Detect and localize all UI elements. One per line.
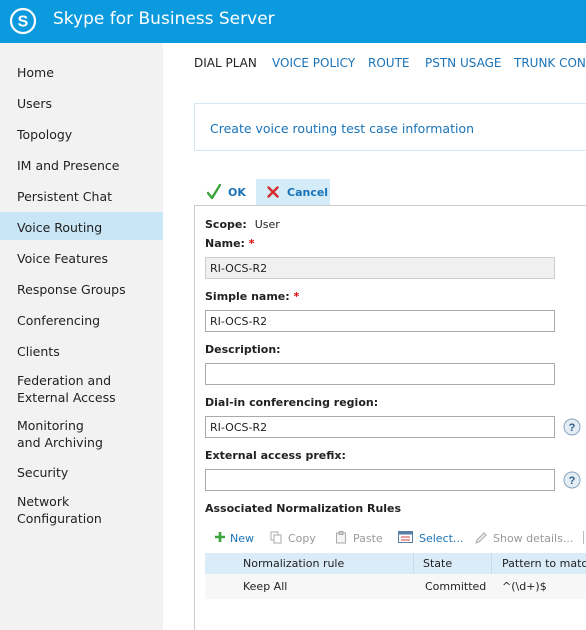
rules-grid-header: Normalization rule State Pattern to matc… <box>205 553 586 574</box>
check-icon <box>207 184 221 200</box>
simple-name-label: Simple name: * <box>205 290 300 303</box>
column-header-pattern[interactable]: Pattern to match <box>502 557 586 570</box>
sidebar-item-conferencing[interactable]: Conferencing <box>0 312 163 329</box>
tab-pstn-usage[interactable]: PSTN USAGE <box>425 56 501 70</box>
close-icon <box>267 186 279 198</box>
sidebar-item-persistent-chat[interactable]: Persistent Chat <box>0 188 163 205</box>
sidebar-item-home[interactable]: Home <box>0 64 163 81</box>
toolbar-divider <box>583 531 584 544</box>
app-header: S Skype for Business Server <box>0 0 586 43</box>
sidebar-item-voice-routing[interactable]: Voice Routing <box>0 212 163 240</box>
description-field[interactable] <box>205 363 555 385</box>
required-mark: * <box>248 237 255 250</box>
svg-text:?: ? <box>569 422 576 434</box>
list-select-icon <box>398 531 413 543</box>
app-title: Skype for Business Server <box>53 9 275 29</box>
paste-icon <box>336 531 346 544</box>
dialin-region-field[interactable] <box>205 416 555 438</box>
column-divider <box>491 553 492 574</box>
select-button[interactable]: Select... <box>398 531 463 545</box>
banner-text: Create voice routing test case informati… <box>210 121 475 136</box>
external-prefix-field[interactable] <box>205 469 555 491</box>
column-divider <box>413 553 414 574</box>
name-label: Name: * <box>205 237 255 250</box>
sidebar-item-monitoring-line2: and Archiving <box>17 435 103 450</box>
svg-text:?: ? <box>569 475 576 487</box>
table-row[interactable]: Keep All Committed ^(\d+)$ <box>205 574 586 599</box>
cell-pattern: ^(\d+)$ <box>502 580 547 593</box>
tab-voice-policy[interactable]: VOICE POLICY <box>272 56 355 70</box>
ok-button[interactable]: OK <box>198 179 254 205</box>
sidebar-item-federation-line2: External Access <box>17 390 116 405</box>
info-banner: Create voice routing test case informati… <box>194 103 586 151</box>
rules-title: Associated Normalization Rules <box>205 502 402 515</box>
sidebar-item-im-presence[interactable]: IM and Presence <box>0 157 163 174</box>
sidebar-item-federation[interactable]: Federation and External Access <box>0 372 163 406</box>
copy-label: Copy <box>288 532 316 545</box>
sidebar-item-response-groups[interactable]: Response Groups <box>0 281 163 298</box>
help-icon[interactable]: ? <box>563 418 581 436</box>
sidebar-item-monitoring[interactable]: Monitoring and Archiving <box>0 417 163 451</box>
sidebar-item-clients[interactable]: Clients <box>0 343 163 360</box>
svg-text:S: S <box>18 14 29 31</box>
sidebar-item-security[interactable]: Security <box>0 464 163 481</box>
tab-trunk-configuration[interactable]: TRUNK CONF <box>514 56 586 70</box>
new-rule-button[interactable]: New <box>214 531 254 545</box>
required-mark: * <box>293 290 300 303</box>
copy-button[interactable]: Copy <box>270 531 316 545</box>
sidebar-item-topology[interactable]: Topology <box>0 126 163 143</box>
sidebar-item-monitoring-line1: Monitoring <box>17 418 84 433</box>
select-label: Select... <box>419 532 464 545</box>
help-icon[interactable]: ? <box>563 471 581 489</box>
plus-icon <box>215 532 225 542</box>
tab-route[interactable]: ROUTE <box>368 56 409 70</box>
cell-rule: Keep All <box>243 580 288 593</box>
scope-label: Scope: User <box>205 218 280 231</box>
sidebar-item-voice-features[interactable]: Voice Features <box>0 250 163 267</box>
simple-name-field[interactable] <box>205 310 555 332</box>
sidebar-item-users[interactable]: Users <box>0 95 163 112</box>
paste-button[interactable]: Paste <box>335 531 383 545</box>
description-label: Description: <box>205 343 281 356</box>
paste-label: Paste <box>353 532 383 545</box>
cancel-label: Cancel <box>287 186 329 199</box>
cell-state: Committed <box>425 580 487 593</box>
column-header-rule[interactable]: Normalization rule <box>243 557 344 570</box>
sidebar-item-network-line2: Configuration <box>17 511 102 526</box>
ok-label: OK <box>228 186 246 199</box>
name-field <box>205 257 555 279</box>
dialin-region-label: Dial-in conferencing region: <box>205 396 379 409</box>
tab-dial-plan[interactable]: DIAL PLAN <box>194 56 257 70</box>
cancel-button[interactable]: Cancel <box>256 179 330 205</box>
show-details-button[interactable]: Show details... <box>474 531 573 545</box>
new-label: New <box>230 532 254 545</box>
sidebar-item-network[interactable]: Network Configuration <box>0 493 163 527</box>
external-prefix-label: External access prefix: <box>205 449 346 462</box>
show-details-label: Show details... <box>493 532 574 545</box>
skype-logo-icon: S <box>9 7 37 35</box>
sidebar-item-network-line1: Network <box>17 494 70 509</box>
sidebar-item-federation-line1: Federation and <box>17 373 112 388</box>
pencil-icon <box>475 532 487 544</box>
copy-icon <box>270 531 282 544</box>
column-header-state[interactable]: State <box>423 557 452 570</box>
scope-value: User <box>254 218 280 231</box>
